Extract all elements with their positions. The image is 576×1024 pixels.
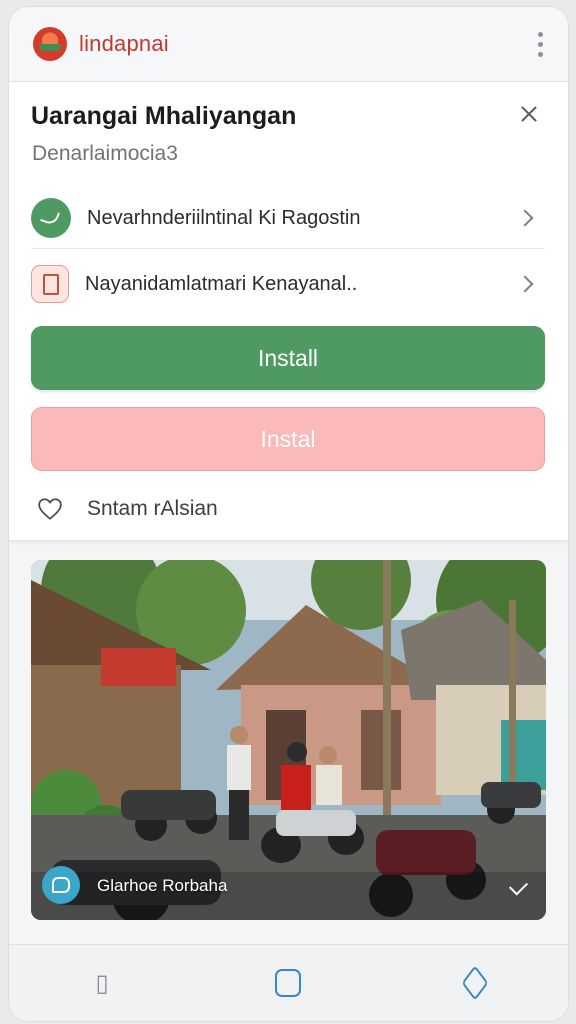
dialog-row-1[interactable]: Nevarhnderiilntinal Ki Ragostin — [31, 188, 545, 249]
app-name: lindapnai — [79, 31, 169, 56]
back-button[interactable]: ▯ — [72, 958, 132, 1008]
more-options-icon[interactable] — [538, 31, 544, 57]
app-logo-icon — [33, 27, 67, 61]
heart-icon — [38, 498, 62, 520]
row-label: Nayanidamlatmari Kenayanal.. — [85, 272, 358, 295]
instal-button[interactable]: Instal — [31, 407, 545, 471]
chat-icon — [31, 198, 71, 238]
home-button[interactable] — [258, 958, 318, 1008]
street-scene-image — [31, 560, 546, 920]
recents-button[interactable] — [445, 958, 505, 1008]
chevron-right-icon — [516, 209, 534, 227]
photo-caption: Glarhoe Rorbaha — [97, 876, 228, 895]
close-icon[interactable] — [516, 102, 542, 128]
phone-screen: lindapnai Uarangai Mhaliyangan Denarlaim… — [8, 6, 569, 1022]
back-icon: ▯ — [95, 969, 109, 997]
chevron-right-icon — [516, 275, 534, 293]
favorite-label: Sntam rAlsian — [87, 497, 218, 520]
recents-icon — [461, 965, 489, 1001]
home-icon — [275, 969, 302, 997]
village-street-photo[interactable]: Glarhoe Rorbaha — [31, 560, 546, 920]
document-icon — [31, 265, 69, 303]
favorite-toggle[interactable]: Sntam rAlsian — [37, 496, 218, 522]
dialog-subtitle: Denarlaimocia3 — [32, 142, 178, 165]
install-button[interactable]: Install — [31, 326, 545, 390]
system-navigation-bar: ▯ — [9, 944, 568, 1021]
row-label: Nevarhnderiilntinal Ki Ragostin — [87, 206, 361, 229]
dialog-title: Uarangai Mhaliyangan — [31, 102, 297, 130]
chat-bubble-icon[interactable] — [42, 866, 80, 904]
dialog-row-2[interactable]: Nayanidamlatmari Kenayanal.. — [31, 254, 545, 314]
install-dialog: Uarangai Mhaliyangan Denarlaimocia3 Neva… — [9, 82, 568, 540]
app-bar: lindapnai — [9, 7, 568, 82]
